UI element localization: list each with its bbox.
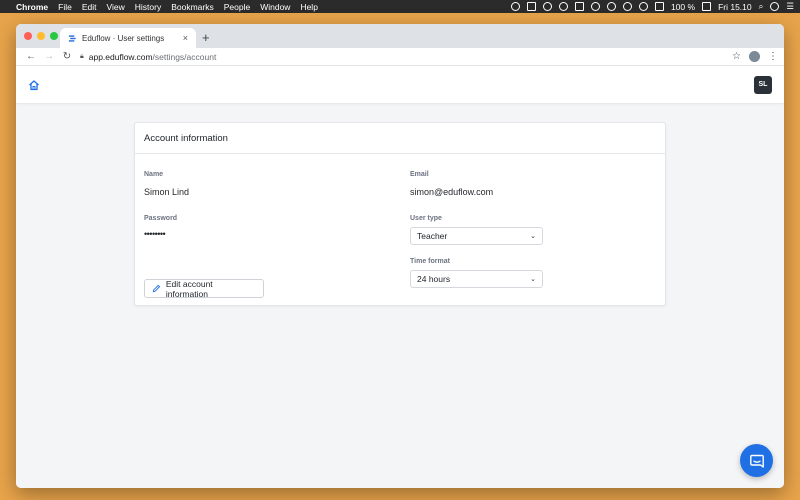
home-icon[interactable] <box>28 79 40 91</box>
edit-account-button[interactable]: Edit account information <box>144 278 264 299</box>
profile-avatar[interactable] <box>749 51 760 62</box>
chat-icon <box>749 454 764 468</box>
clock[interactable]: Fri 15.10 <box>718 2 752 12</box>
url-path: /settings/account <box>152 51 217 62</box>
menu-app-name[interactable]: Chrome <box>16 2 48 12</box>
forward-arrow-icon[interactable]: → <box>40 51 58 62</box>
app-header: SL <box>16 66 784 104</box>
user-type-label: User type <box>410 215 442 222</box>
battery-percent: 100 % <box>670 1 696 12</box>
close-tab-icon[interactable]: × <box>183 33 188 43</box>
lock-icon: 🔒︎ <box>80 52 84 60</box>
card-title: Account information <box>135 123 665 154</box>
account-information-card: Account information Name Simon Lind Emai… <box>134 122 666 306</box>
time-format-select[interactable]: 24 hours ⌄ <box>410 270 543 288</box>
email-label: Email <box>410 171 429 178</box>
user-avatar[interactable]: SL <box>754 75 772 94</box>
sync-icon[interactable] <box>542 2 552 11</box>
user-type-select[interactable]: Teacher ⌄ <box>410 227 543 245</box>
airplay-icon[interactable] <box>654 2 664 11</box>
bluetooth-icon[interactable] <box>622 2 632 11</box>
battery-icon[interactable] <box>702 2 712 11</box>
time-machine-icon[interactable] <box>606 2 616 11</box>
tab-eduflow[interactable]: Eduflow · User settings × <box>60 28 196 48</box>
chat-support-button[interactable] <box>740 444 773 477</box>
window-controls <box>24 32 58 40</box>
time-format-value: 24 hours <box>417 274 451 284</box>
headphones-icon[interactable] <box>590 2 600 11</box>
page-content: SL Account information Name Simon Lind E… <box>16 66 784 488</box>
url-domain: app.eduflow.com <box>88 51 153 62</box>
password-label: Password <box>144 215 178 222</box>
menu-bookmarks[interactable]: Bookmarks <box>171 2 214 12</box>
menu-help[interactable]: Help <box>300 2 317 12</box>
back-arrow-icon[interactable]: ← <box>22 51 40 62</box>
edit-account-label: Edit account information <box>165 278 213 299</box>
macos-menubar: Chrome File Edit View History Bookmarks … <box>0 0 800 13</box>
new-tab-button[interactable]: + <box>202 30 210 45</box>
tab-bar: Eduflow · User settings × + <box>16 24 784 48</box>
user-type-value: Teacher <box>417 231 448 241</box>
browser-window: Eduflow · User settings × + ← → ↻ 🔒︎ app… <box>16 24 784 488</box>
name-label: Name <box>144 171 164 178</box>
eduflow-favicon-icon <box>68 34 76 42</box>
maximize-window-button[interactable] <box>50 32 58 40</box>
menu-window[interactable]: Window <box>260 2 290 12</box>
menu-history[interactable]: History <box>135 2 161 12</box>
menubar-status-area: 100 % Fri 15.10 ⌕ ☰ <box>510 1 794 12</box>
reload-icon[interactable]: ↻ <box>58 51 76 62</box>
menu-people[interactable]: People <box>224 2 250 12</box>
user-icon[interactable] <box>770 2 780 11</box>
close-window-button[interactable] <box>24 32 32 40</box>
notification-center-icon[interactable]: ☰ <box>786 1 794 12</box>
menu-file[interactable]: File <box>58 2 72 12</box>
plus-icon[interactable] <box>574 2 584 11</box>
tab-title: Eduflow · User settings <box>82 33 165 43</box>
dropbox-icon[interactable] <box>526 2 536 11</box>
wifi-icon[interactable] <box>638 2 648 11</box>
bookmark-star-icon[interactable]: ☆ <box>732 51 741 62</box>
menu-edit[interactable]: Edit <box>82 2 97 12</box>
minimize-window-button[interactable] <box>37 32 45 40</box>
address-bar[interactable]: 🔒︎ app.eduflow.com/settings/account <box>80 50 732 64</box>
chevron-down-icon: ⌄ <box>530 233 536 240</box>
record-icon[interactable] <box>510 2 520 11</box>
time-format-label: Time format <box>410 258 450 265</box>
chevron-down-icon: ⌄ <box>530 276 536 283</box>
name-value: Simon Lind <box>144 187 190 197</box>
browser-toolbar: ← → ↻ 🔒︎ app.eduflow.com/settings/accoun… <box>16 48 784 66</box>
email-value: simon@eduflow.com <box>410 187 494 197</box>
cloud-icon[interactable] <box>558 2 568 11</box>
password-value: •••••••• <box>144 229 166 239</box>
browser-menu-icon[interactable]: ⋮ <box>768 51 778 62</box>
menu-view[interactable]: View <box>106 2 124 12</box>
pencil-icon <box>152 284 161 293</box>
spotlight-icon[interactable]: ⌕ <box>759 1 764 12</box>
